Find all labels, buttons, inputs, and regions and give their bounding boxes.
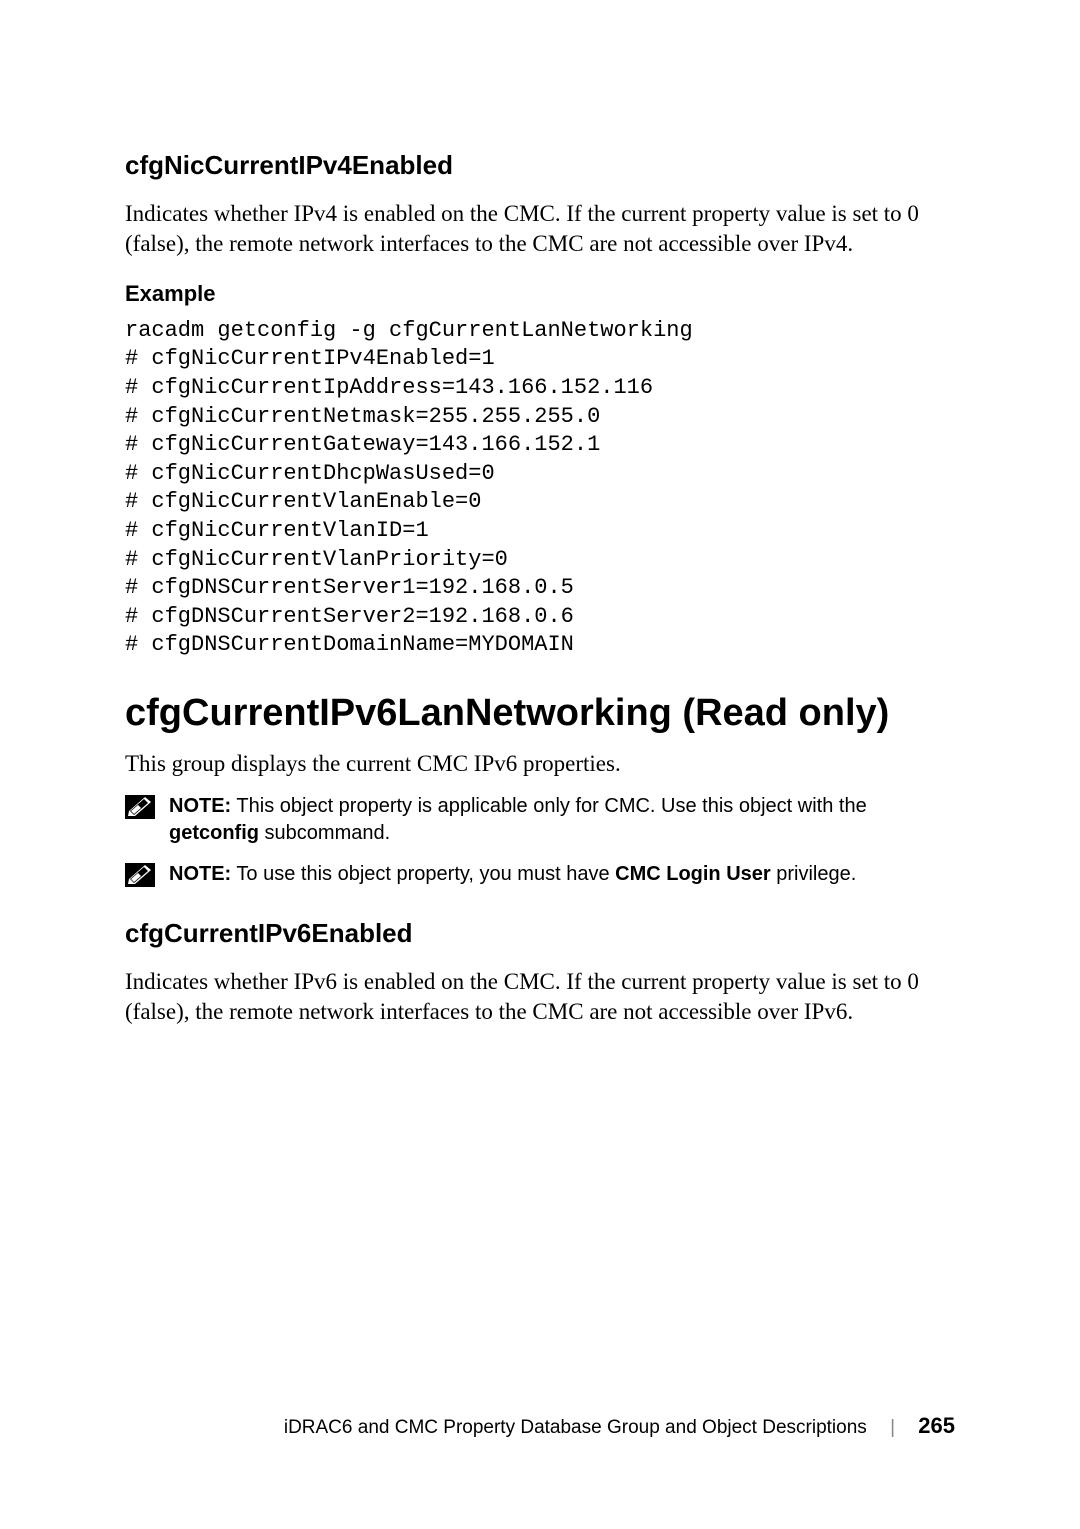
note-2-bold: CMC Login User bbox=[615, 863, 771, 885]
note-2-after: privilege. bbox=[771, 863, 857, 885]
note-1-after: subcommand. bbox=[259, 822, 390, 844]
note-2-text: NOTE: To use this object property, you m… bbox=[169, 861, 955, 888]
page-footer: iDRAC6 and CMC Property Database Group a… bbox=[0, 1413, 1080, 1439]
heading-cfgcurrentipv6lannetworking: cfgCurrentIPv6LanNetworking (Read only) bbox=[125, 692, 955, 735]
section1-description: Indicates whether IPv4 is enabled on the… bbox=[125, 199, 955, 259]
note-1-bold: getconfig bbox=[169, 822, 259, 844]
footer-divider: | bbox=[890, 1417, 895, 1439]
note-label: NOTE: bbox=[169, 795, 231, 817]
footer-title: iDRAC6 and CMC Property Database Group a… bbox=[284, 1417, 867, 1438]
document-page: cfgNicCurrentIPv4Enabled Indicates wheth… bbox=[0, 0, 1080, 1529]
note-label: NOTE: bbox=[169, 863, 231, 885]
example-label: Example bbox=[125, 281, 955, 307]
section2-description: This group displays the current CMC IPv6… bbox=[125, 749, 955, 779]
pencil-note-icon bbox=[125, 795, 155, 819]
heading-cfgcurrentipv6enabled: cfgCurrentIPv6Enabled bbox=[125, 918, 955, 949]
example-code-block: racadm getconfig -g cfgCurrentLanNetwork… bbox=[125, 317, 955, 660]
note-2: NOTE: To use this object property, you m… bbox=[125, 861, 955, 888]
note-1-before: This object property is applicable only … bbox=[231, 795, 866, 817]
page-number: 265 bbox=[918, 1413, 955, 1438]
note-2-before: To use this object property, you must ha… bbox=[231, 863, 615, 885]
section3-description: Indicates whether IPv6 is enabled on the… bbox=[125, 967, 955, 1027]
note-1: NOTE: This object property is applicable… bbox=[125, 793, 955, 847]
heading-cfgniccurrentipv4enabled: cfgNicCurrentIPv4Enabled bbox=[125, 150, 955, 181]
pencil-note-icon bbox=[125, 863, 155, 887]
note-1-text: NOTE: This object property is applicable… bbox=[169, 793, 955, 847]
